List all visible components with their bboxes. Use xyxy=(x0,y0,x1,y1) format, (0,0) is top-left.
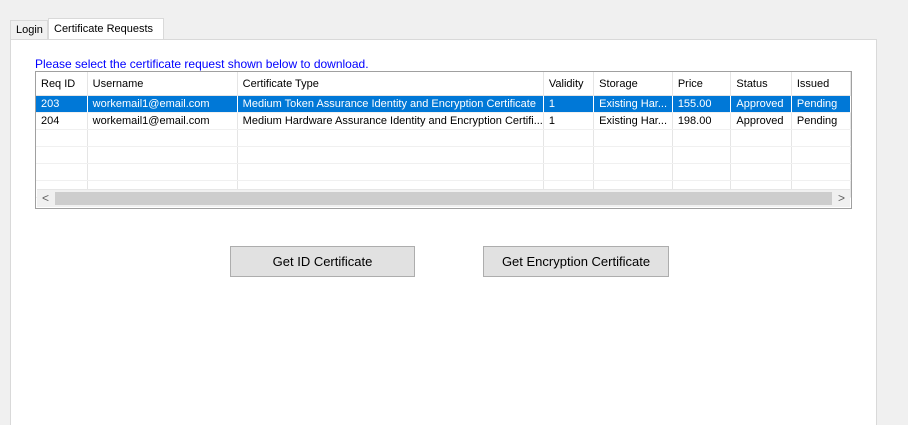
cell-validity: 1 xyxy=(543,112,595,130)
column-header-issued[interactable]: Issued xyxy=(791,72,851,96)
cell-price: 198.00 xyxy=(672,112,732,130)
table-row[interactable]: 203 workemail1@email.com Medium Token As… xyxy=(36,95,851,113)
cell-issued: Pending xyxy=(791,95,851,113)
instruction-text: Please select the certificate request sh… xyxy=(35,57,369,71)
cell-issued: Pending xyxy=(791,112,851,130)
empty-row xyxy=(36,129,851,147)
cell-storage: Existing Har... xyxy=(593,112,673,130)
get-encryption-certificate-button[interactable]: Get Encryption Certificate xyxy=(483,246,669,277)
column-header-validity[interactable]: Validity xyxy=(543,72,595,96)
column-header-status[interactable]: Status xyxy=(730,72,792,96)
column-header-price[interactable]: Price xyxy=(672,72,732,96)
cell-req-id: 204 xyxy=(36,112,88,130)
empty-row xyxy=(36,163,851,181)
column-header-username[interactable]: Username xyxy=(87,72,238,96)
cell-certificate-type: Medium Token Assurance Identity and Encr… xyxy=(237,95,544,113)
scrollbar-thumb[interactable] xyxy=(55,192,832,205)
cell-certificate-type: Medium Hardware Assurance Identity and E… xyxy=(237,112,544,130)
cell-price: 155.00 xyxy=(672,95,732,113)
header-row: Req ID Username Certificate Type Validit… xyxy=(36,72,851,96)
table-row[interactable]: 204 workemail1@email.com Medium Hardware… xyxy=(36,112,851,130)
tab-certificate-requests-label: Certificate Requests xyxy=(54,23,154,35)
cell-status: Approved xyxy=(730,112,792,130)
certificate-requests-panel: Please select the certificate request sh… xyxy=(10,39,877,425)
cell-username: workemail1@email.com xyxy=(87,95,238,113)
empty-row xyxy=(36,146,851,164)
tab-certificate-requests[interactable]: Certificate Requests xyxy=(48,18,164,40)
certificate-request-grid[interactable]: Req ID Username Certificate Type Validit… xyxy=(35,71,852,209)
cell-validity: 1 xyxy=(543,95,595,113)
tab-login-label: Login xyxy=(16,24,43,36)
scroll-right-icon[interactable]: > xyxy=(833,190,850,207)
cell-username: workemail1@email.com xyxy=(87,112,238,130)
cell-status: Approved xyxy=(730,95,792,113)
scroll-left-icon[interactable]: < xyxy=(37,190,54,207)
column-header-certificate-type[interactable]: Certificate Type xyxy=(237,72,544,96)
request-table: Req ID Username Certificate Type Validit… xyxy=(36,72,851,198)
column-header-storage[interactable]: Storage xyxy=(593,72,673,96)
column-header-req-id[interactable]: Req ID xyxy=(36,72,88,96)
horizontal-scrollbar[interactable]: < > xyxy=(37,189,850,207)
cell-storage: Existing Har... xyxy=(593,95,673,113)
cell-req-id: 203 xyxy=(36,95,88,113)
get-id-certificate-button[interactable]: Get ID Certificate xyxy=(230,246,415,277)
tab-login[interactable]: Login xyxy=(10,20,48,39)
